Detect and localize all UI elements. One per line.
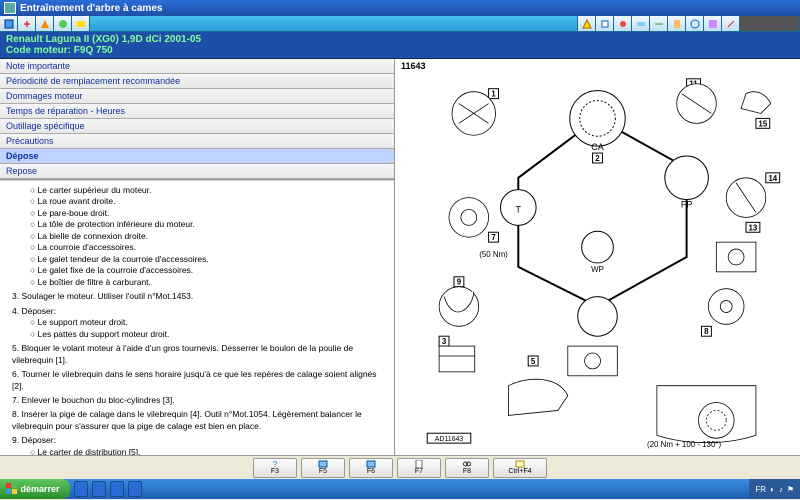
taskbar: démarrer FR ◐ ♪ ⚑ — [0, 479, 800, 499]
tb-status — [740, 16, 800, 31]
toolbar — [0, 16, 800, 32]
svg-text:(50 Nm): (50 Nm) — [479, 250, 508, 259]
nav-item[interactable]: Repose — [0, 164, 394, 179]
svg-text:3: 3 — [442, 337, 447, 346]
nav-item[interactable]: Précautions — [0, 134, 394, 149]
step-6: 6. Tourner le vilebrequin dans le sens h… — [12, 369, 388, 392]
step-5: 5. Bloquer le volant moteur à l'aide d'u… — [12, 343, 388, 366]
taskbar-task[interactable] — [92, 481, 106, 497]
nav-item[interactable]: Périodicité de remplacement recommandée — [0, 74, 394, 89]
svg-text:T: T — [516, 204, 522, 214]
nav-item[interactable]: Outillage spécifique — [0, 119, 394, 134]
svg-text:7: 7 — [491, 233, 496, 242]
list-item: Le pare-boue droit. — [30, 208, 388, 219]
list-item: La roue avant droite. — [30, 196, 388, 207]
fn-ctrl-f4[interactable]: Ctrl+F4 — [493, 458, 547, 478]
tb-btn-3[interactable] — [36, 16, 54, 31]
nav-item[interactable]: Temps de réparation - Heures — [0, 104, 394, 119]
left-panel: Note importante Périodicité de remplacem… — [0, 59, 395, 455]
timing-belt-diagram: CA FP WP T 1 2 3 4 5 6 7 8 9 10 11 12 — [395, 59, 800, 455]
tb-btn-r8[interactable] — [704, 16, 722, 31]
fn-f7[interactable]: F7 — [397, 458, 441, 478]
svg-text:?: ? — [273, 460, 278, 468]
list-item: Le carter de distribution [5]. — [30, 447, 388, 455]
nav-item[interactable]: Dommages moteur — [0, 89, 394, 104]
taskbar-task[interactable] — [110, 481, 124, 497]
tb-btn-5[interactable] — [72, 16, 90, 31]
function-key-bar: ?F3 F5 F6 F7 F8 Ctrl+F4 — [0, 455, 800, 479]
window-title: Entraînement d'arbre à cames — [20, 3, 162, 14]
list-item: Le galet tendeur de la courroie d'access… — [30, 254, 388, 265]
windows-logo-icon — [6, 483, 18, 495]
tray-icon[interactable]: ⚑ — [787, 485, 794, 494]
taskbar-task[interactable] — [128, 481, 142, 497]
fn-f6[interactable]: F6 — [349, 458, 393, 478]
tray-icon[interactable]: ◐ — [770, 485, 775, 494]
svg-text:9: 9 — [457, 278, 462, 287]
start-button[interactable]: démarrer — [0, 479, 70, 499]
tray-lang[interactable]: FR — [755, 485, 766, 494]
nav-item-active[interactable]: Dépose — [0, 149, 394, 164]
svg-text:5: 5 — [531, 357, 536, 366]
list-item: Les pattes du support moteur droit. — [30, 329, 388, 340]
system-tray: FR ◐ ♪ ⚑ — [749, 479, 800, 499]
tb-btn-4[interactable] — [54, 16, 72, 31]
fn-f5[interactable]: F5 — [301, 458, 345, 478]
tb-btn-r5[interactable] — [650, 16, 668, 31]
list-item: Le galet fixe de la courroie d'accessoir… — [30, 265, 388, 276]
list-item: La bielle de connexion droite. — [30, 231, 388, 242]
list-item: Le support moteur droit. — [30, 317, 388, 328]
vehicle-line2: Code moteur: F9Q 750 — [6, 45, 794, 56]
nav-list: Note importante Périodicité de remplacem… — [0, 59, 394, 180]
step-9: 9. Déposer: — [12, 435, 388, 446]
step-4: 4. Déposer: — [12, 306, 388, 317]
app-icon — [4, 2, 16, 14]
nav-item[interactable]: Note importante — [0, 59, 394, 74]
svg-text:13: 13 — [749, 223, 758, 232]
list-item: Le boîtier de filtre à carburant. — [30, 277, 388, 288]
tb-btn-r6[interactable] — [668, 16, 686, 31]
step-8: 8. Insérer la pige de calage dans le vil… — [12, 409, 388, 432]
tray-icon[interactable]: ♪ — [779, 485, 783, 494]
tb-btn-r7[interactable] — [686, 16, 704, 31]
fn-f8[interactable]: F8 — [445, 458, 489, 478]
diagram-id: 11643 — [401, 61, 426, 71]
step-7: 7. Enlever le bouchon du bloc-cylindres … — [12, 395, 388, 406]
svg-text:14: 14 — [768, 174, 777, 183]
tb-btn-r2[interactable] — [596, 16, 614, 31]
bullet-list: Le carter supérieur du moteur. La roue a… — [30, 185, 388, 288]
main-area: Note importante Périodicité de remplacem… — [0, 59, 800, 455]
content-pane[interactable]: Le carter supérieur du moteur. La roue a… — [0, 180, 394, 455]
svg-text:2: 2 — [595, 154, 600, 163]
tb-btn-r1[interactable] — [578, 16, 596, 31]
svg-text:CA: CA — [591, 142, 603, 152]
svg-text:FP: FP — [681, 200, 692, 210]
tb-btn-r9[interactable] — [722, 16, 740, 31]
list-item: Le carter supérieur du moteur. — [30, 185, 388, 196]
diagram-panel: 11643 CA FP WP T 1 2 3 4 5 6 7 8 — [395, 59, 800, 455]
svg-text:1: 1 — [491, 90, 496, 99]
list-item: La tôle de protection inférieure du mote… — [30, 219, 388, 230]
vehicle-line1: Renault Laguna II (XG0) 1,9D dCi 2001-05 — [6, 34, 794, 45]
window-titlebar: Entraînement d'arbre à cames — [0, 0, 800, 16]
svg-text:AD11643: AD11643 — [435, 436, 463, 443]
tb-btn-r4[interactable] — [632, 16, 650, 31]
tb-btn-r3[interactable] — [614, 16, 632, 31]
svg-text:WP: WP — [591, 265, 604, 274]
list-item: La courroie d'accessoires. — [30, 242, 388, 253]
svg-text:8: 8 — [704, 327, 709, 336]
vehicle-header: Renault Laguna II (XG0) 1,9D dCi 2001-05… — [0, 32, 800, 59]
fn-f3[interactable]: ?F3 — [253, 458, 297, 478]
tb-btn-2[interactable] — [18, 16, 36, 31]
svg-text:15: 15 — [758, 119, 767, 128]
taskbar-task[interactable] — [74, 481, 88, 497]
toolbar-spacer — [90, 16, 578, 31]
tb-btn-1[interactable] — [0, 16, 18, 31]
step-3: 3. Soulager le moteur. Utiliser l'outil … — [12, 291, 388, 302]
svg-text:(20 Nm + 100 - 130°): (20 Nm + 100 - 130°) — [647, 440, 721, 449]
